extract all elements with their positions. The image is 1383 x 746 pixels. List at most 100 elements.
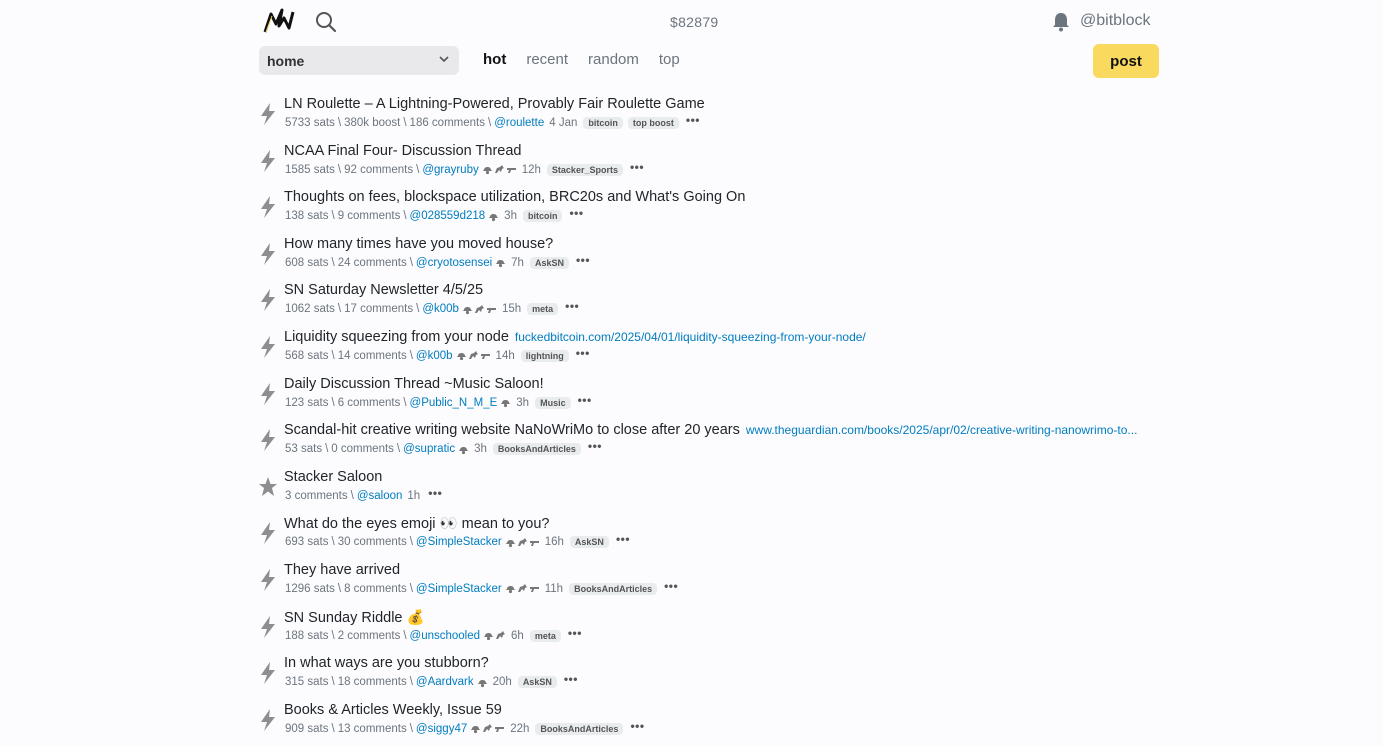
sub-tag[interactable]: AskSN [569,536,609,549]
sub-tag[interactable]: meta [527,303,559,316]
item-comments[interactable]: 14 comments [338,350,407,362]
tab-hot[interactable]: hot [483,51,506,68]
zap-upvote-icon[interactable] [258,708,278,732]
item-author-link[interactable]: @unschooled [410,630,481,642]
zap-upvote-icon[interactable] [258,288,278,312]
item-title[interactable]: SN Saturday Newsletter 4/5/25 [284,282,483,298]
item-age[interactable]: 3h [474,443,487,455]
wallet-balance[interactable]: $82879 [670,14,719,30]
sub-tag[interactable]: top boost [627,117,679,129]
more-options-icon[interactable]: ••• [616,532,630,546]
item-title[interactable]: Liquidity squeezing from your node [284,329,509,345]
zap-upvote-icon[interactable] [258,615,278,639]
item-age[interactable]: 7h [511,257,524,269]
sub-tag[interactable]: bitcoin [583,117,623,129]
item-age[interactable]: 16h [545,536,564,548]
more-options-icon[interactable]: ••• [428,486,442,500]
zap-upvote-icon[interactable] [258,335,278,359]
item-title[interactable]: How many times have you moved house? [284,236,553,252]
item-title[interactable]: In what ways are you stubborn? [284,655,489,671]
item-age[interactable]: 22h [510,723,529,735]
item-comments[interactable]: 6 comments [338,397,401,409]
item-author-link[interactable]: @grayruby [422,164,478,176]
item-title[interactable]: Stacker Saloon [284,469,382,485]
item-comments[interactable]: 8 comments [344,583,407,595]
item-author-link[interactable]: @supratic [403,443,455,455]
item-age[interactable]: 15h [502,303,521,315]
item-author-link[interactable]: @roulette [494,117,544,129]
item-author-link[interactable]: @k00b [422,303,459,315]
item-title[interactable]: NCAA Final Four- Discussion Thread [284,143,521,159]
item-title[interactable]: Thoughts on fees, blockspace utilization… [284,189,745,205]
bell-icon[interactable] [1052,12,1070,32]
more-options-icon[interactable]: ••• [686,113,700,127]
more-options-icon[interactable]: ••• [576,346,590,360]
more-options-icon[interactable]: ••• [578,393,592,407]
zap-upvote-icon[interactable] [258,242,278,266]
item-comments[interactable]: 13 comments [338,723,407,735]
item-author-link[interactable]: @k00b [416,350,453,362]
more-options-icon[interactable]: ••• [576,253,590,267]
item-comments[interactable]: 24 comments [338,257,407,269]
tab-random[interactable]: random [588,51,639,68]
zap-upvote-icon[interactable] [258,195,278,219]
item-title[interactable]: They have arrived [284,562,400,578]
zap-upvote-icon[interactable] [258,521,278,545]
item-title[interactable]: LN Roulette – A Lightning-Powered, Prova… [284,96,705,112]
item-comments[interactable]: 92 comments [344,164,413,176]
item-external-link[interactable]: fuckedbitcoin.com/2025/04/01/liquidity-s… [515,330,866,344]
more-options-icon[interactable]: ••• [568,626,582,640]
item-external-link[interactable]: www.theguardian.com/books/2025/apr/02/cr… [746,423,1138,437]
item-author-link[interactable]: @028559d218 [410,210,486,222]
item-age[interactable]: 14h [496,350,515,362]
sub-tag[interactable]: meta [529,629,561,642]
item-comments[interactable]: 17 comments [344,303,413,315]
item-author-link[interactable]: @Public_N_M_E [410,397,498,409]
item-comments[interactable]: 9 comments [338,210,401,222]
item-age[interactable]: 3h [516,397,529,409]
sub-tag[interactable]: AskSN [529,256,569,269]
sub-tag[interactable]: Music [535,396,571,409]
item-age[interactable]: 1h [407,490,420,502]
tab-top[interactable]: top [659,51,680,68]
item-comments[interactable]: 30 comments [338,536,407,548]
more-options-icon[interactable]: ••• [569,206,583,220]
zap-upvote-icon[interactable] [258,661,278,685]
item-age[interactable]: 3h [504,210,517,222]
item-age[interactable]: 6h [511,630,524,642]
item-comments[interactable]: 0 comments [331,443,394,455]
more-options-icon[interactable]: ••• [630,719,644,733]
item-age[interactable]: 20h [493,676,512,688]
item-title[interactable]: Books & Articles Weekly, Issue 59 [284,702,502,718]
user-menu[interactable]: @bitblock [1080,12,1151,30]
item-age[interactable]: 12h [522,164,541,176]
sub-tag[interactable]: BooksAndArticles [535,722,624,735]
item-title[interactable]: Daily Discussion Thread ~Music Saloon! [284,376,544,392]
sn-logo[interactable] [262,6,296,36]
item-comments[interactable]: 18 comments [338,676,407,688]
sub-tag[interactable]: bitcoin [522,210,563,223]
item-author-link[interactable]: @siggy47 [416,723,467,735]
item-title[interactable]: SN Sunday Riddle 💰 [284,610,425,626]
sub-tag[interactable]: BooksAndArticles [569,582,658,595]
item-comments[interactable]: 186 comments [410,117,485,129]
sub-tag[interactable]: lightning [520,349,569,362]
zap-upvote-icon[interactable] [258,149,278,173]
sub-tag[interactable]: Stacker_Sports [546,163,623,176]
more-options-icon[interactable]: ••• [664,579,678,593]
sub-tag[interactable]: AskSN [517,676,557,689]
item-title[interactable]: Scandal-hit creative writing website NaN… [284,422,740,438]
item-age[interactable]: 4 Jan [549,117,577,129]
more-options-icon[interactable]: ••• [564,672,578,686]
item-author-link[interactable]: @saloon [357,490,403,502]
item-author-link[interactable]: @SimpleStacker [416,583,502,595]
zap-upvote-icon[interactable] [258,102,278,126]
item-comments[interactable]: 3 comments [285,490,348,502]
zap-upvote-icon[interactable] [258,382,278,406]
item-comments[interactable]: 2 comments [338,630,401,642]
item-age[interactable]: 11h [545,583,563,595]
pin-icon[interactable] [258,475,278,499]
zap-upvote-icon[interactable] [258,428,278,452]
more-options-icon[interactable]: ••• [565,299,579,313]
sub-tag[interactable]: BooksAndArticles [492,443,581,456]
